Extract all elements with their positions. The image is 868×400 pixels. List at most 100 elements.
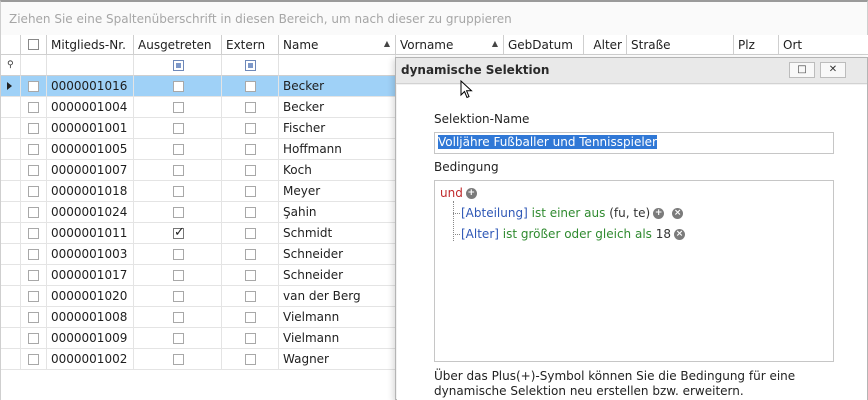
row-indicator-cell[interactable] [1, 286, 21, 307]
extern-checkbox[interactable] [245, 165, 256, 176]
filter-cell[interactable] [21, 55, 47, 76]
extern-checkbox[interactable] [245, 312, 256, 323]
header-vorname[interactable]: Vorname ▲ [396, 35, 504, 55]
logic-operator-und[interactable]: und [440, 186, 463, 200]
cell-ausgetreten[interactable] [134, 265, 222, 286]
row-select-checkbox[interactable] [28, 312, 39, 323]
cell-extern[interactable] [222, 181, 279, 202]
cell-mitglieds-nr[interactable]: 0000001024 [47, 202, 134, 223]
ausgetreten-checkbox[interactable] [173, 312, 184, 323]
row-indicator-cell[interactable] [1, 202, 21, 223]
row-select-cell[interactable] [21, 244, 47, 265]
row-select-cell[interactable] [21, 118, 47, 139]
dynamic-selection-dialog[interactable]: dynamische Selektion □ ✕ Selektion-Name … [395, 57, 868, 400]
cell-ausgetreten[interactable] [134, 97, 222, 118]
cell-mitglieds-nr[interactable]: 0000001020 [47, 286, 134, 307]
add-value-icon[interactable]: + [653, 208, 665, 219]
remove-condition-icon[interactable]: × [674, 229, 686, 240]
row-indicator-cell[interactable] [1, 223, 21, 244]
header-extern[interactable]: Extern [222, 35, 279, 55]
filter-name[interactable] [279, 55, 396, 76]
group-by-panel[interactable]: Ziehen Sie eine Spaltenüberschrift in di… [0, 0, 868, 36]
row-select-cell[interactable] [21, 307, 47, 328]
row-indicator-cell[interactable] [1, 97, 21, 118]
restore-button[interactable]: □ [789, 62, 815, 78]
extern-checkbox[interactable] [245, 144, 256, 155]
cell-mitglieds-nr[interactable]: 0000001011 [47, 223, 134, 244]
cell-extern[interactable] [222, 97, 279, 118]
cell-ausgetreten[interactable] [134, 181, 222, 202]
cell-mitglieds-nr[interactable]: 0000001009 [47, 328, 134, 349]
row-select-checkbox[interactable] [28, 291, 39, 302]
ausgetreten-checkbox[interactable] [173, 144, 184, 155]
cell-ausgetreten[interactable] [134, 244, 222, 265]
cell-name[interactable]: Becker [279, 76, 396, 97]
condition-value[interactable]: (fu, te) [609, 206, 650, 220]
cell-name[interactable]: Şahin [279, 202, 396, 223]
cell-mitglieds-nr[interactable]: 0000001001 [47, 118, 134, 139]
row-select-checkbox[interactable] [28, 81, 39, 92]
filter-extern[interactable] [222, 55, 279, 76]
cell-ausgetreten[interactable]: ✓ [134, 223, 222, 244]
row-select-checkbox[interactable] [28, 270, 39, 281]
extern-checkbox[interactable] [245, 102, 256, 113]
ausgetreten-checkbox[interactable] [173, 291, 184, 302]
row-indicator-cell[interactable] [1, 265, 21, 286]
filter-extern-checkbox[interactable] [245, 60, 256, 71]
cell-extern[interactable] [222, 328, 279, 349]
row-select-checkbox[interactable] [28, 123, 39, 134]
ausgetreten-checkbox[interactable] [173, 207, 184, 218]
cell-ausgetreten[interactable] [134, 139, 222, 160]
row-select-checkbox[interactable] [28, 186, 39, 197]
row-select-cell[interactable] [21, 286, 47, 307]
ausgetreten-checkbox[interactable] [173, 102, 184, 113]
extern-checkbox[interactable] [245, 291, 256, 302]
filter-ausgetreten-checkbox[interactable] [173, 60, 184, 71]
selection-name-input[interactable]: Volljähre Fußballer und Tennisspieler [434, 132, 834, 154]
row-select-cell[interactable] [21, 328, 47, 349]
cell-extern[interactable] [222, 307, 279, 328]
row-indicator-cell[interactable] [1, 118, 21, 139]
ausgetreten-checkbox[interactable] [173, 186, 184, 197]
cell-name[interactable]: Hoffmann [279, 139, 396, 160]
cell-extern[interactable] [222, 118, 279, 139]
row-select-cell[interactable] [21, 223, 47, 244]
condition-operator[interactable]: ist größer oder gleich als [503, 227, 652, 241]
row-indicator-cell[interactable] [1, 328, 21, 349]
extern-checkbox[interactable] [245, 228, 256, 239]
select-all-checkbox[interactable] [28, 39, 39, 50]
ausgetreten-checkbox[interactable]: ✓ [173, 226, 185, 239]
condition-value[interactable]: 18 [656, 227, 671, 241]
ausgetreten-checkbox[interactable] [173, 81, 184, 92]
cell-ausgetreten[interactable] [134, 202, 222, 223]
row-select-cell[interactable] [21, 349, 47, 370]
cell-ausgetreten[interactable] [134, 349, 222, 370]
condition-operator[interactable]: ist einer aus [532, 206, 606, 220]
cell-extern[interactable] [222, 139, 279, 160]
extern-checkbox[interactable] [245, 249, 256, 260]
row-indicator-cell[interactable] [1, 307, 21, 328]
row-select-checkbox[interactable] [28, 249, 39, 260]
header-strasse[interactable]: Straße [627, 35, 734, 55]
cell-name[interactable]: Schneider [279, 265, 396, 286]
row-select-cell[interactable] [21, 265, 47, 286]
cell-name[interactable]: Meyer [279, 181, 396, 202]
row-select-cell[interactable] [21, 97, 47, 118]
ausgetreten-checkbox[interactable] [173, 123, 184, 134]
cell-mitglieds-nr[interactable]: 0000001017 [47, 265, 134, 286]
cell-extern[interactable] [222, 349, 279, 370]
row-select-cell[interactable] [21, 139, 47, 160]
ausgetreten-checkbox[interactable] [173, 333, 184, 344]
row-indicator-cell[interactable] [1, 181, 21, 202]
header-ausgetreten[interactable]: Ausgetreten [134, 35, 222, 55]
row-indicator-cell[interactable] [1, 139, 21, 160]
cell-mitglieds-nr[interactable]: 0000001018 [47, 181, 134, 202]
extern-checkbox[interactable] [245, 270, 256, 281]
cell-name[interactable]: Fischer [279, 118, 396, 139]
cell-mitglieds-nr[interactable]: 0000001002 [47, 349, 134, 370]
row-select-checkbox[interactable] [28, 144, 39, 155]
header-name[interactable]: Name ▲ [279, 35, 396, 55]
cell-ausgetreten[interactable] [134, 307, 222, 328]
condition-field[interactable]: [Alter] [461, 227, 499, 241]
cell-extern[interactable] [222, 223, 279, 244]
